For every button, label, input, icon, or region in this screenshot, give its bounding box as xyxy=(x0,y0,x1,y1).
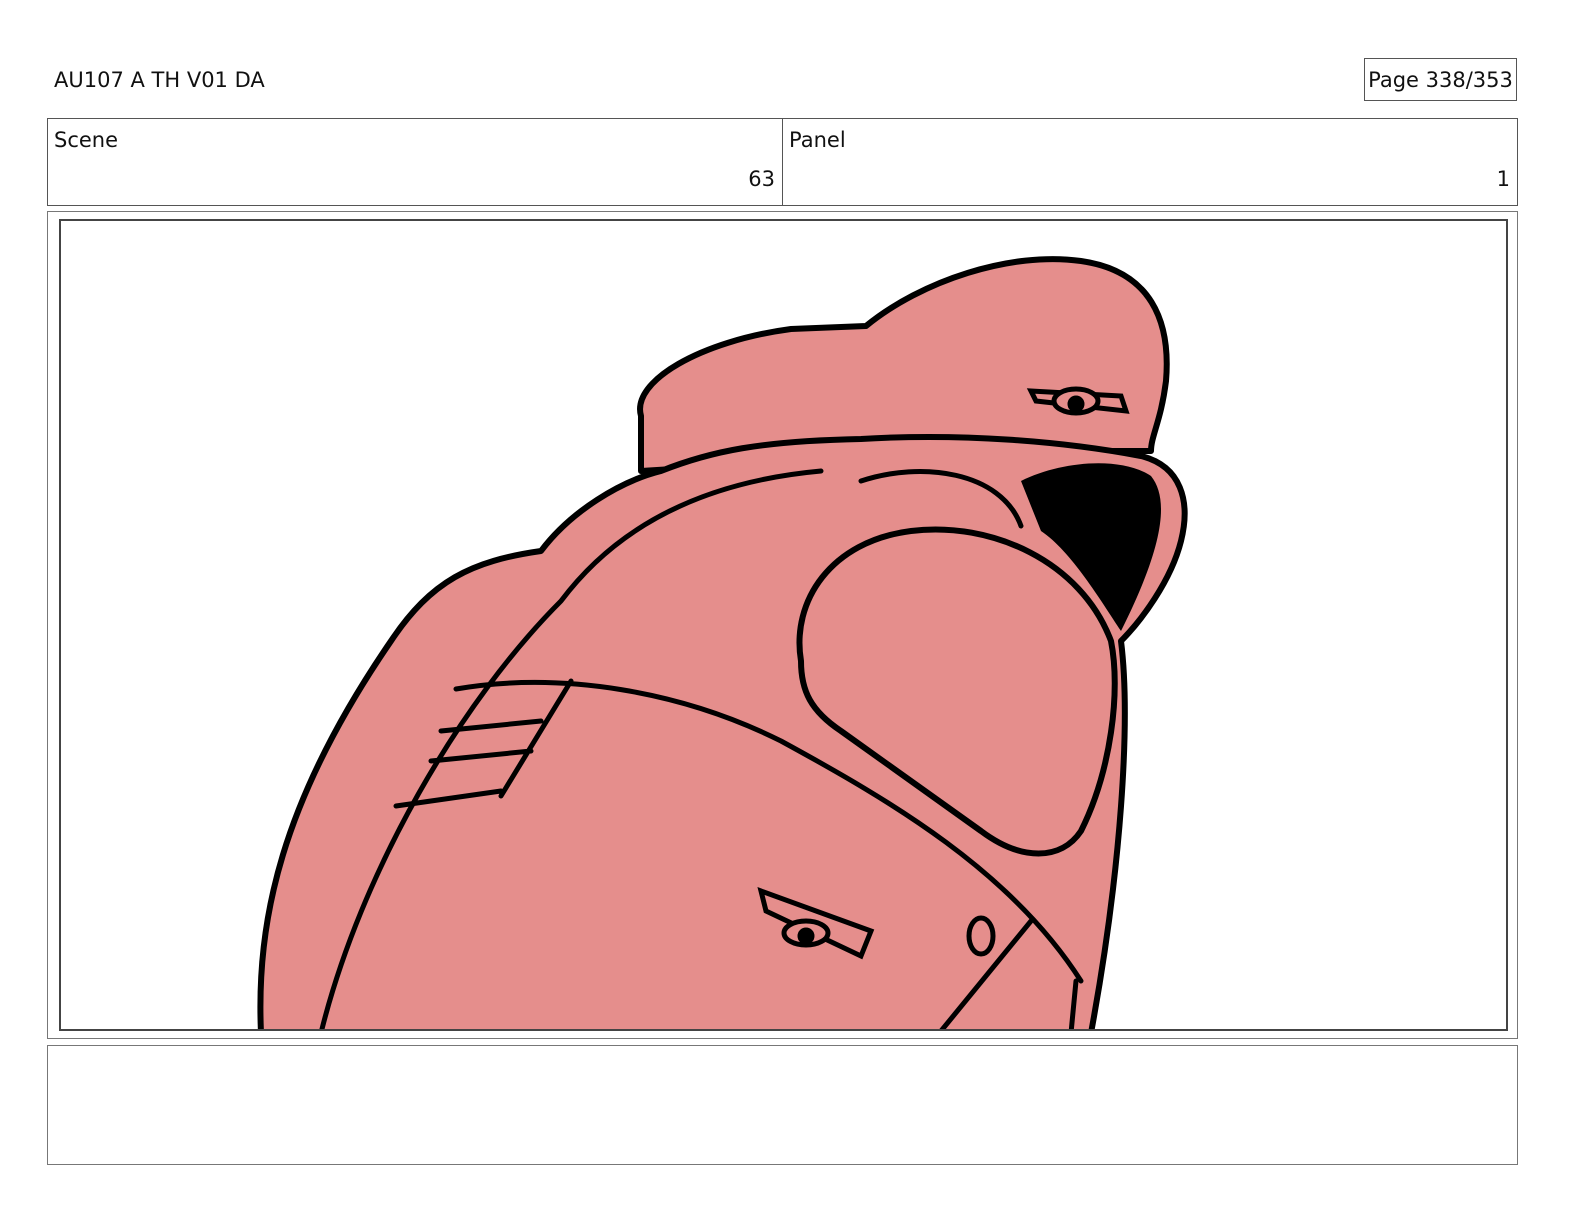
panel-image xyxy=(59,219,1508,1031)
notes-box xyxy=(47,1045,1518,1165)
storyboard-frame xyxy=(47,211,1518,1039)
scene-cell: Scene 63 xyxy=(48,119,782,205)
character-drawing xyxy=(257,256,1188,1029)
document-title: AU107 A TH V01 DA xyxy=(54,68,265,92)
scene-value: 63 xyxy=(748,167,775,191)
panel-cell: Panel 1 xyxy=(782,119,1517,205)
nostril-icon xyxy=(966,915,996,957)
scene-panel-info: Scene 63 Panel 1 xyxy=(47,118,1518,206)
scene-label: Scene xyxy=(54,128,119,152)
panel-label: Panel xyxy=(789,128,846,152)
page-number: Page 338/353 xyxy=(1364,58,1517,101)
panel-value: 1 xyxy=(1496,167,1510,191)
